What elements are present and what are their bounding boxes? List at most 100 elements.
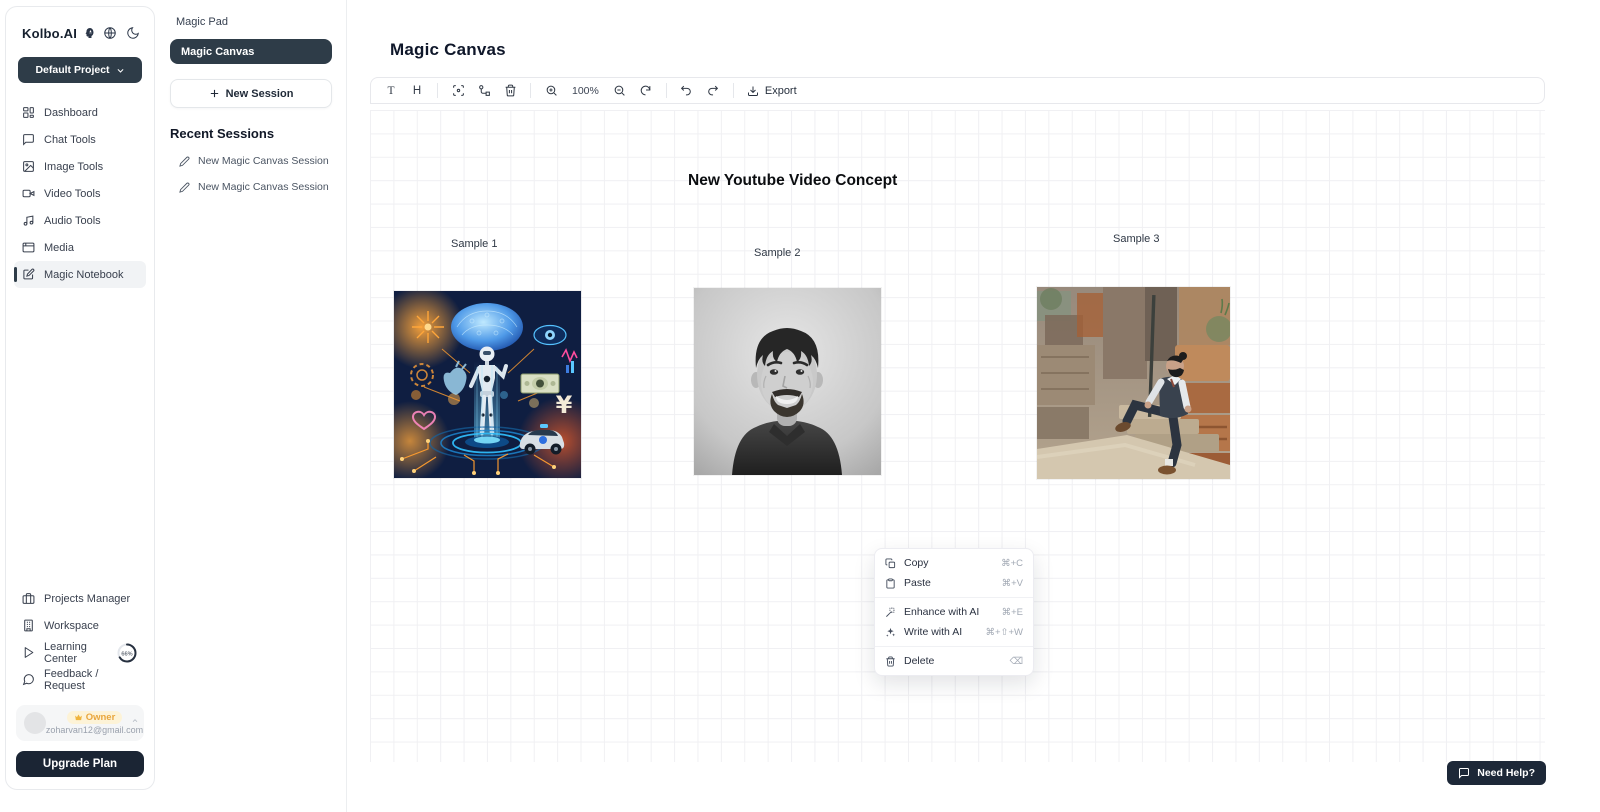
sidebar-item-label: Video Tools [44,188,100,200]
zoom-level: 100% [566,85,605,97]
zoom-in-button[interactable] [540,80,562,101]
context-menu-separator [875,597,1033,598]
sidebar-item-learning-center[interactable]: Learning Center 66% [14,639,146,666]
sidebar-item-label: Learning Center [44,641,105,665]
sidebar-item-label: Magic Notebook [44,269,124,281]
context-menu-delete[interactable]: Delete ⌫ [875,651,1033,671]
canvas-toolbar: T H 100% Export [370,77,1545,104]
session-list-item[interactable]: New Magic Canvas Session [170,181,332,193]
context-menu-write-with-ai[interactable]: Write with AI ⌘+⇧+W [875,622,1033,642]
pencil-icon [179,182,190,193]
chat-bubble-icon [22,133,35,146]
user-card[interactable]: Owner zoharvan12@gmail.com [16,705,144,741]
canvas-grid[interactable]: New Youtube Video Concept Sample 1 Sampl… [370,110,1545,762]
zoom-out-button[interactable] [609,80,631,101]
upgrade-plan-button[interactable]: Upgrade Plan [16,751,144,777]
menu-item-magic-canvas[interactable]: Magic Canvas [170,39,332,64]
page-title: Magic Canvas [390,40,506,60]
ai-head-logo-icon [84,25,96,41]
music-note-icon [22,214,35,227]
media-folder-icon [22,241,35,254]
sidebar-item-label: Dashboard [44,107,98,119]
redo-button[interactable] [702,80,724,101]
download-icon [747,85,759,97]
session-list-item[interactable]: New Magic Canvas Session [170,155,332,167]
text-tool-button[interactable]: T [380,80,402,101]
sample-2-image[interactable] [694,288,881,475]
shortcut-label: ⌘+C [1001,558,1023,569]
shortcut-label: ⌘+V [1002,578,1023,589]
toolbar-separator [666,83,667,98]
sample-2-label[interactable]: Sample 2 [754,247,800,259]
sidebar-item-label: Chat Tools [44,134,96,146]
language-globe-icon[interactable] [103,26,117,40]
learning-progress-badge: 66% [116,642,138,664]
main-area: Magic Canvas T H 100% Export New Youtube… [347,0,1600,812]
eye-icon [534,326,566,345]
context-menu: Copy ⌘+C Paste ⌘+V Enhance with AI ⌘+E W… [874,548,1034,676]
new-session-button[interactable]: New Session [170,79,332,108]
context-menu-paste[interactable]: Paste ⌘+V [875,573,1033,593]
sidebar-item-audio-tools[interactable]: Audio Tools [14,207,146,234]
help-chat-icon [1458,767,1470,779]
sidebar-item-magic-notebook[interactable]: Magic Notebook [14,261,146,288]
delete-tool-button[interactable] [499,80,521,101]
crown-icon [74,713,83,722]
user-menu-chevron-icon[interactable] [131,712,139,720]
sidebar-item-label: Projects Manager [44,593,130,605]
context-menu-enhance-with-ai[interactable]: Enhance with AI ⌘+E [875,602,1033,622]
sidebar-nav: Dashboard Chat Tools Image Tools Video T… [14,99,146,288]
select-scan-tool-button[interactable] [447,80,469,101]
context-menu-separator [875,646,1033,647]
image-icon [22,160,35,173]
sidebar-item-image-tools[interactable]: Image Tools [14,153,146,180]
money-icon [521,374,559,393]
context-menu-copy[interactable]: Copy ⌘+C [875,553,1033,573]
sample-3-image[interactable] [1037,287,1230,479]
sample-3-label[interactable]: Sample 3 [1113,233,1159,245]
brand-logo-text: Kolbo.AI [22,26,77,41]
svg-text:¥: ¥ [556,391,573,419]
shortcut-label: ⌘+E [1002,607,1023,618]
sidebar-item-label: Workspace [44,620,99,632]
sample-1-label[interactable]: Sample 1 [451,238,497,250]
chevron-down-icon [116,66,125,75]
video-camera-icon [22,187,35,200]
undo-button[interactable] [676,80,698,101]
board-title[interactable]: New Youtube Video Concept [688,172,897,190]
avatar [24,712,46,734]
building-icon [22,619,35,632]
brand-row: Kolbo.AI [14,25,146,41]
sample-1-image[interactable]: ¥ [394,291,581,478]
magic-wand-icon [885,607,896,618]
need-help-button[interactable]: Need Help? [1447,761,1546,785]
heading-tool-button[interactable]: H [406,80,428,101]
project-selector[interactable]: Default Project [18,57,142,83]
sidebar-bottom: Projects Manager Workspace Learning Cent… [14,585,146,777]
dark-mode-moon-icon[interactable] [126,26,140,40]
pencil-icon [179,156,190,167]
primary-sidebar: Kolbo.AI Default Project Dashb [5,6,155,790]
dashboard-icon [22,106,35,119]
sidebar-item-video-tools[interactable]: Video Tools [14,180,146,207]
sidebar-item-media[interactable]: Media [14,234,146,261]
recent-sessions-heading: Recent Sessions [170,126,332,141]
toolbar-separator [530,83,531,98]
sidebar-item-projects-manager[interactable]: Projects Manager [14,585,146,612]
app-root: Kolbo.AI Default Project Dashb [0,0,1600,812]
toolbar-separator [437,83,438,98]
connector-tool-button[interactable] [473,80,495,101]
reset-view-button[interactable] [635,80,657,101]
sidebar-item-feedback[interactable]: Feedback / Request [14,666,146,693]
copy-icon [885,558,896,569]
menu-item-magic-pad[interactable]: Magic Pad [170,14,332,30]
sidebar-item-dashboard[interactable]: Dashboard [14,99,146,126]
sidebar-item-label: Feedback / Request [44,668,138,692]
briefcase-icon [22,592,35,605]
sidebar-item-workspace[interactable]: Workspace [14,612,146,639]
export-button[interactable]: Export [743,85,801,97]
trash-icon [885,656,896,667]
project-selector-label: Default Project [35,64,109,76]
owner-role-badge: Owner [67,711,123,724]
sidebar-item-chat-tools[interactable]: Chat Tools [14,126,146,153]
